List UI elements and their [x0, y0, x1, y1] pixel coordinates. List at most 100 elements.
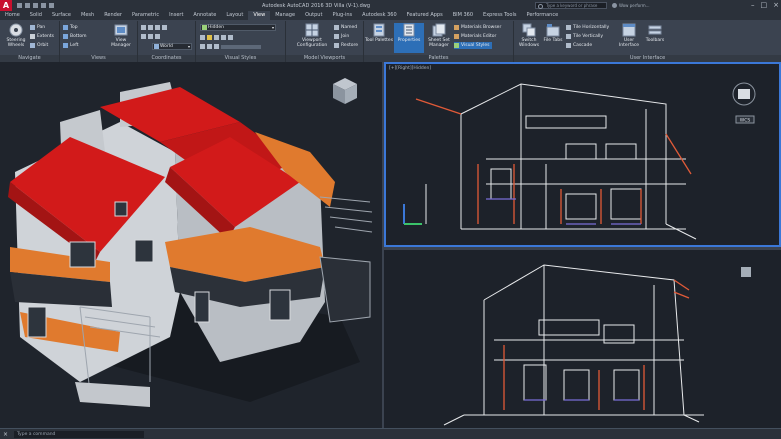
window-title: Autodesk AutoCAD 2016 3D Villa (V-1).dwg [262, 3, 371, 9]
tab-mesh[interactable]: Mesh [76, 11, 99, 20]
visual-style-tools-row-1[interactable] [200, 34, 233, 41]
tile-horizontally-button[interactable]: Tile Horizontally [566, 24, 609, 31]
tab-layout[interactable]: Layout [221, 11, 248, 20]
viewport-right-elevation[interactable]: [+][Right][Hidden] WCS [384, 62, 781, 247]
save-icon[interactable] [33, 3, 38, 8]
tab-performance[interactable]: Performance [521, 11, 563, 20]
autocad-logo[interactable]: A [0, 0, 12, 11]
ucs-tools-row-2[interactable] [141, 33, 160, 40]
edge-effects-icon [200, 35, 205, 40]
ucs-view-icon [155, 34, 160, 39]
undo-icon[interactable] [41, 3, 46, 8]
wcs-label[interactable]: WCS [740, 118, 751, 124]
tab-featured-apps[interactable]: Featured Apps [402, 11, 448, 20]
materials-browser-icon [454, 25, 459, 30]
panel-visual-styles: Hidden Visual Styles [196, 21, 286, 62]
close-button[interactable]: × [773, 1, 779, 9]
file-tabs-button[interactable]: File Tabs [538, 23, 568, 53]
close-icon[interactable]: × [3, 431, 8, 438]
cascade-icon [566, 43, 571, 48]
sheet-set-manager-button[interactable]: Sheet Set Manager [424, 23, 454, 53]
view-bottom-button[interactable]: Bottom [63, 33, 87, 40]
panel-title-visual-styles: Visual Styles [196, 55, 285, 62]
tab-insert[interactable]: Insert [164, 11, 188, 20]
tab-annotate[interactable]: Annotate [188, 11, 221, 20]
view-manager-button[interactable]: View Manager [106, 23, 136, 53]
ucs-3point-icon [162, 25, 167, 30]
toolbars-icon [648, 25, 662, 35]
visual-styles-icon [454, 43, 459, 48]
tab-plugins[interactable]: Plug-ins [327, 11, 357, 20]
shadows-icon [228, 35, 233, 40]
view-left-button[interactable]: Left [63, 42, 78, 49]
join-icon [334, 34, 339, 39]
pan-button[interactable]: Pan [30, 24, 45, 31]
tool-palettes-button[interactable]: Tool Palettes [364, 23, 394, 53]
tab-parametric[interactable]: Parametric [127, 11, 164, 20]
visual-style-dropdown[interactable]: Hidden [200, 24, 276, 31]
tab-surface[interactable]: Surface [47, 11, 76, 20]
tab-view[interactable]: View [248, 11, 271, 20]
materials-editor-button[interactable]: Materials Editor [454, 33, 496, 40]
xray-icon [221, 35, 226, 40]
open-icon[interactable] [25, 3, 30, 8]
viewport-front-elevation[interactable] [384, 250, 781, 428]
viewport-configuration-icon [305, 23, 319, 37]
tab-render[interactable]: Render [99, 11, 127, 20]
ucs-icon [141, 25, 146, 30]
panel-title-palettes: Palettes [364, 55, 513, 62]
materials-browser-button[interactable]: Materials Browser [454, 24, 501, 31]
tab-express-tools[interactable]: Express Tools [478, 11, 521, 20]
tile-horizontal-icon [566, 25, 571, 30]
extents-button[interactable]: Extents [30, 33, 54, 40]
new-icon[interactable] [17, 3, 22, 8]
tab-manage[interactable]: Manage [270, 11, 300, 20]
cascade-button[interactable]: Cascade [566, 42, 592, 49]
tool-palettes-icon [373, 23, 385, 37]
hidden-style-icon [202, 25, 207, 30]
ucs-tools-row-1[interactable] [141, 24, 167, 31]
window-controls: – □ × [751, 1, 779, 9]
join-viewports-button[interactable]: Join [334, 33, 349, 40]
tile-vertically-button[interactable]: Tile Vertically [566, 33, 603, 40]
viewport-configuration-button[interactable]: Viewport Configuration [290, 23, 334, 53]
tab-solid[interactable]: Solid [25, 11, 47, 20]
named-icon [334, 25, 339, 30]
ribbon: Steering Wheels Pan Extents Orbit Naviga… [0, 21, 781, 62]
toolbars-button[interactable]: Toolbars [640, 23, 670, 53]
orbit-button[interactable]: Orbit [30, 42, 48, 49]
tab-bim-360[interactable]: BIM 360 [448, 11, 478, 20]
panel-title-coordinates: Coordinates [138, 55, 195, 62]
steering-wheels-button[interactable]: Steering Wheels [1, 23, 31, 53]
tab-home[interactable]: Home [0, 11, 25, 20]
properties-button[interactable]: Properties [394, 23, 424, 53]
properties-icon [403, 23, 415, 37]
search-input[interactable]: Type a keyword or phrase [535, 2, 607, 9]
viewport-3d-model[interactable] [0, 62, 382, 428]
minimize-button[interactable]: – [751, 1, 755, 9]
coordinate-system-dropdown[interactable]: World [152, 43, 192, 50]
title-bar: A Autodesk AutoCAD 2016 3D Villa (V-1).d… [0, 0, 781, 11]
orbit-icon [30, 43, 35, 48]
tile-vertical-icon [566, 34, 571, 39]
panel-title-user-interface: User Interface [514, 55, 781, 62]
ucs-y-icon [148, 34, 153, 39]
elevation-drawing-bottom [443, 264, 751, 426]
left-view-icon [63, 43, 68, 48]
named-viewports-button[interactable]: Named [334, 24, 357, 31]
visual-styles-palette-button[interactable]: Visual Styles [454, 42, 492, 49]
viewport-controls-label[interactable]: [+][Right][Hidden] [389, 66, 431, 71]
maximize-button[interactable]: □ [761, 1, 768, 9]
restore-viewports-button[interactable]: Restore [334, 42, 358, 49]
redo-icon[interactable] [49, 3, 54, 8]
visual-style-tools-row-2[interactable] [200, 43, 261, 50]
materials-editor-icon [454, 34, 459, 39]
view-top-button[interactable]: Top [63, 24, 78, 31]
user-account[interactable]: Wow perform... [612, 2, 664, 9]
tab-output[interactable]: Output [300, 11, 327, 20]
command-input[interactable]: Type a command [14, 431, 144, 438]
ucs-x-icon [141, 34, 146, 39]
world-icon [154, 44, 159, 49]
opacity-slider[interactable] [221, 44, 261, 49]
tab-autodesk-360[interactable]: Autodesk 360 [357, 11, 402, 20]
